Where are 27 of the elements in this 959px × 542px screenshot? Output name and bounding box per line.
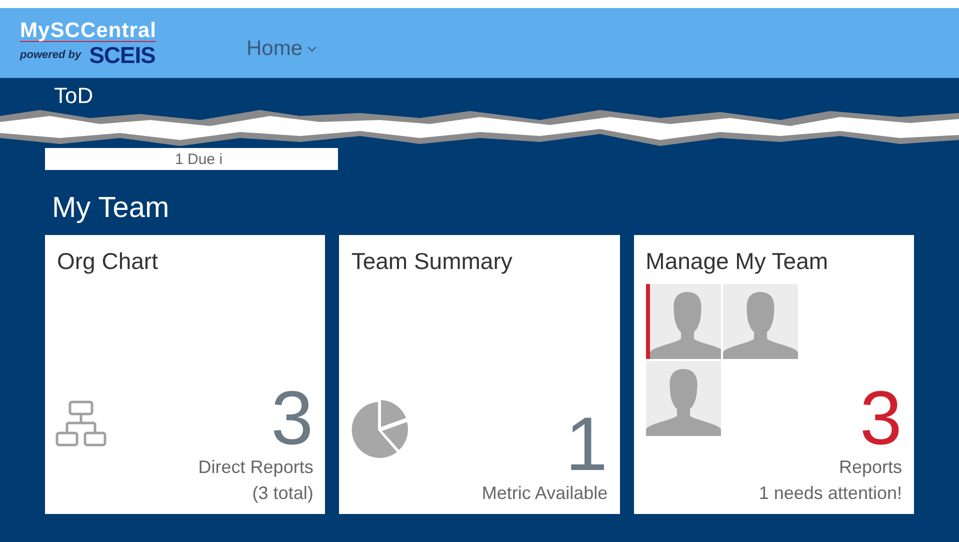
avatar-tile[interactable] <box>646 360 721 436</box>
tile-caption: (3 total) <box>252 482 314 505</box>
tile-caption: Direct Reports <box>198 456 314 479</box>
team-tile[interactable]: Org Chart 3 Direct Reports (3 total) <box>45 235 326 514</box>
tile-title: Team Summary <box>351 247 514 276</box>
tile-caption: Reports <box>838 456 902 479</box>
tile-count: 1 <box>565 410 608 480</box>
tile-caption: Metric Available <box>482 482 608 505</box>
tile-caption: 1 needs attention! <box>758 482 902 505</box>
avatar-tile[interactable] <box>722 284 798 359</box>
avatar-tile[interactable] <box>646 284 721 359</box>
team-tile[interactable]: Manage My Team 3 Reports 1 needs attention! <box>634 235 914 514</box>
pie-chart-icon <box>349 400 410 460</box>
team-tile[interactable]: Team Summary 1 Metric Available <box>339 235 620 514</box>
tile-title: Org Chart <box>57 247 159 276</box>
section-title: My Team <box>52 192 170 224</box>
tile-count: 3 <box>271 384 314 454</box>
logo-brand: SCEIS <box>89 44 156 66</box>
section-title: ToD <box>54 83 94 108</box>
tile-count: 3 <box>860 384 902 454</box>
todo-card-text: 1 Due i <box>175 152 223 166</box>
tile-title: Manage My Team <box>646 247 830 276</box>
todo-card[interactable]: 1 Due i <box>45 148 338 170</box>
org-chart-icon <box>55 400 107 448</box>
chevron-down-icon <box>306 46 317 52</box>
logo-tagline: powered by <box>20 48 82 63</box>
logo-name: MySCCentral <box>20 20 156 42</box>
